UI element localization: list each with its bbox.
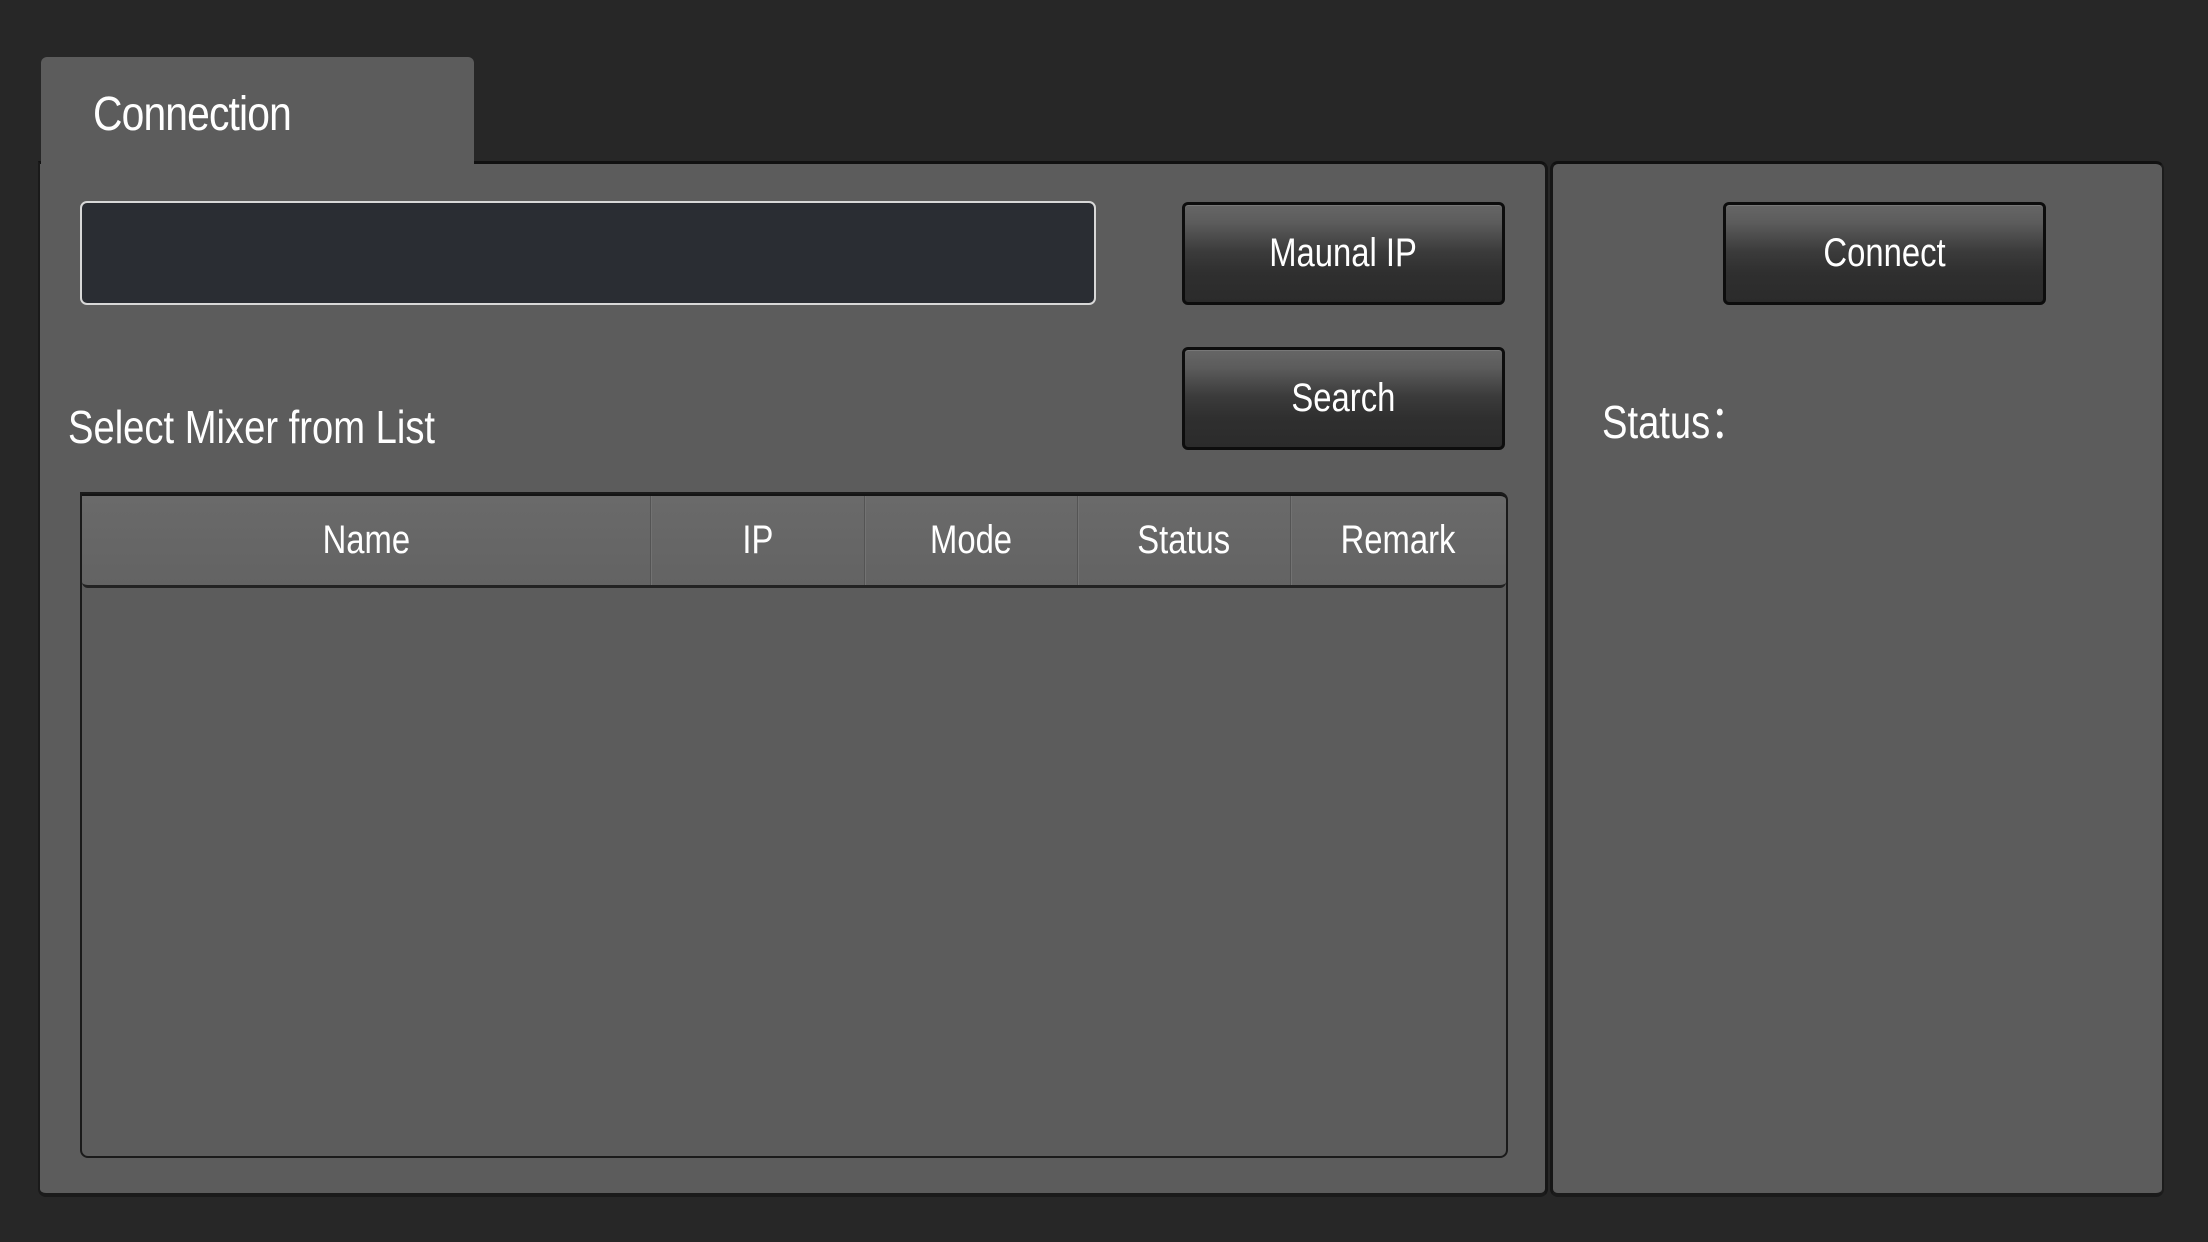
mixer-table: Name IP Mode Status Remark [80, 492, 1508, 1158]
column-header-status[interactable]: Status [1078, 496, 1291, 585]
column-header-name-label: Name [322, 518, 410, 562]
tab-connection[interactable]: Connection [41, 57, 474, 167]
column-header-remark-label: Remark [1341, 518, 1456, 562]
mixer-list-title: Select Mixer from List [68, 401, 436, 453]
ip-address-input[interactable] [80, 201, 1096, 305]
column-header-status-label: Status [1137, 518, 1231, 562]
connection-screen: Connection Maunal IP Search Connect Sele… [0, 0, 2208, 1242]
status-label-text: Status： [1602, 396, 1749, 448]
search-button[interactable]: Search [1182, 347, 1505, 450]
column-header-mode-label: Mode [929, 518, 1013, 562]
column-header-mode[interactable]: Mode [865, 496, 1078, 585]
connection-status-label: Status： [1602, 386, 1748, 452]
column-header-remark[interactable]: Remark [1291, 496, 1506, 585]
connect-button-label: Connect [1823, 231, 1946, 275]
column-header-name[interactable]: Name [82, 496, 651, 585]
mixer-table-header: Name IP Mode Status Remark [82, 494, 1506, 588]
column-header-ip-label: IP [741, 518, 773, 562]
manual-ip-button[interactable]: Maunal IP [1182, 202, 1505, 305]
mixer-table-body[interactable] [82, 588, 1506, 1156]
tab-connection-label: Connection [93, 88, 292, 141]
column-header-ip[interactable]: IP [651, 496, 865, 585]
connection-status-panel [1550, 161, 2164, 1197]
search-button-label: Search [1291, 376, 1396, 420]
connect-button[interactable]: Connect [1723, 202, 2046, 305]
manual-ip-button-label: Maunal IP [1269, 231, 1418, 275]
